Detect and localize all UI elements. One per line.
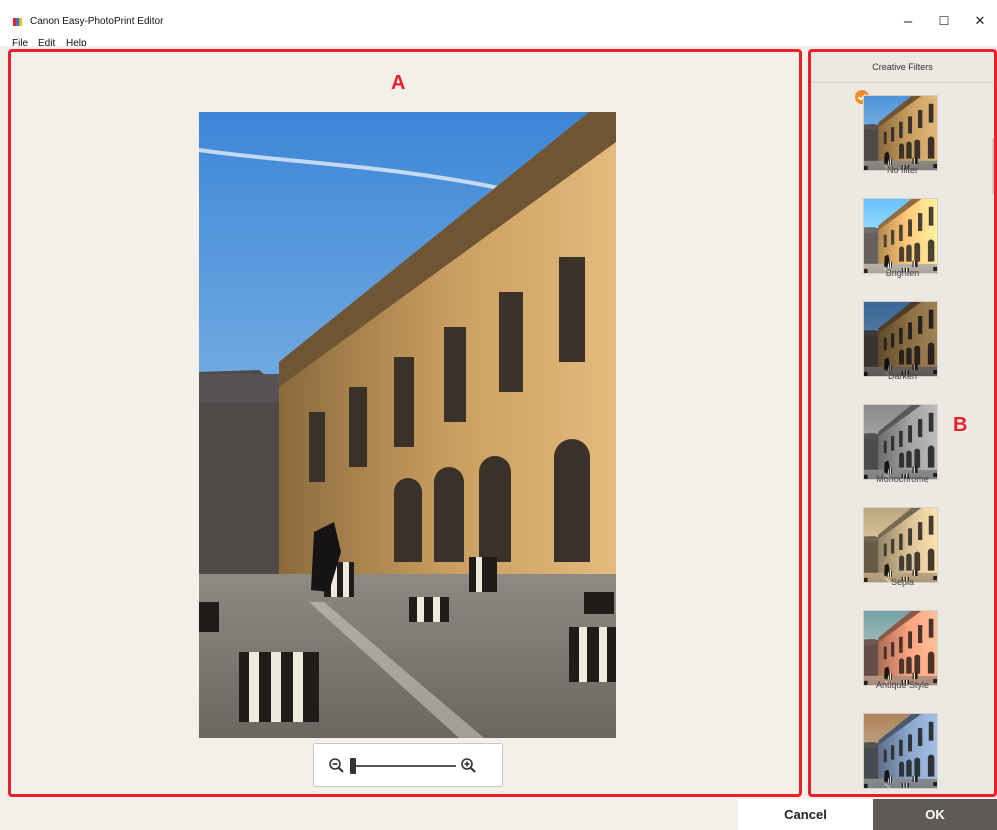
filters-panel-header: Creative Filters bbox=[811, 52, 994, 83]
filter-label: Brighten bbox=[885, 268, 920, 278]
window-title: Canon Easy-PhotoPrint Editor bbox=[30, 16, 164, 27]
callout-a: A bbox=[391, 72, 406, 94]
filter-thumbnail bbox=[863, 507, 938, 583]
zoom-out-icon[interactable] bbox=[328, 757, 346, 780]
callout-b: B bbox=[953, 414, 968, 436]
close-icon[interactable]: ✕ bbox=[965, 10, 995, 32]
filter-monochrome[interactable]: Monochrome bbox=[811, 396, 994, 490]
filter-thumbnail bbox=[863, 198, 938, 274]
menu-edit[interactable]: Edit bbox=[38, 38, 55, 46]
maximize-icon[interactable]: ☐ bbox=[929, 10, 959, 32]
filter-thumbnail bbox=[863, 404, 938, 480]
ok-button[interactable]: OK bbox=[873, 799, 997, 830]
filter-no-filter[interactable]: No filter bbox=[811, 87, 994, 181]
filter-label: Monochrome bbox=[876, 474, 929, 484]
app-logo-icon bbox=[13, 18, 23, 26]
zoom-slider-track[interactable] bbox=[352, 765, 456, 767]
filter-thumbnail bbox=[863, 610, 938, 686]
filter-label: Darken bbox=[887, 371, 917, 381]
filter-label: Antique Style bbox=[875, 680, 930, 690]
filter-label: No filter bbox=[886, 165, 918, 175]
filter-thumbnail bbox=[863, 301, 938, 377]
cancel-button[interactable]: Cancel bbox=[738, 799, 873, 830]
filter-brighten[interactable]: Brighten bbox=[811, 190, 994, 284]
photo-preview[interactable] bbox=[199, 112, 616, 738]
menu-help[interactable]: Help bbox=[66, 38, 87, 46]
filter-thumbnail bbox=[863, 713, 938, 789]
filter-thumbnail bbox=[863, 95, 938, 171]
filter-sepia[interactable]: Sepia bbox=[811, 499, 994, 593]
title-bar: Canon Easy-PhotoPrint Editor – ☐ ✕ bbox=[0, 0, 997, 36]
filter-label: Sepia bbox=[890, 577, 915, 587]
menu-file[interactable]: File bbox=[12, 38, 28, 46]
creative-filters-panel: Creative Filters No filter Brighten Dark… bbox=[808, 49, 997, 797]
filter-darken[interactable]: Darken bbox=[811, 293, 994, 387]
zoom-slider-handle[interactable] bbox=[350, 758, 356, 774]
filter-cool-tone[interactable] bbox=[811, 705, 994, 794]
zoom-control bbox=[313, 743, 503, 787]
menu-bar: File Edit Help bbox=[0, 36, 997, 46]
filter-antique-style[interactable]: Antique Style bbox=[811, 602, 994, 696]
minimize-icon[interactable]: – bbox=[893, 10, 923, 32]
zoom-in-icon[interactable] bbox=[460, 757, 478, 780]
